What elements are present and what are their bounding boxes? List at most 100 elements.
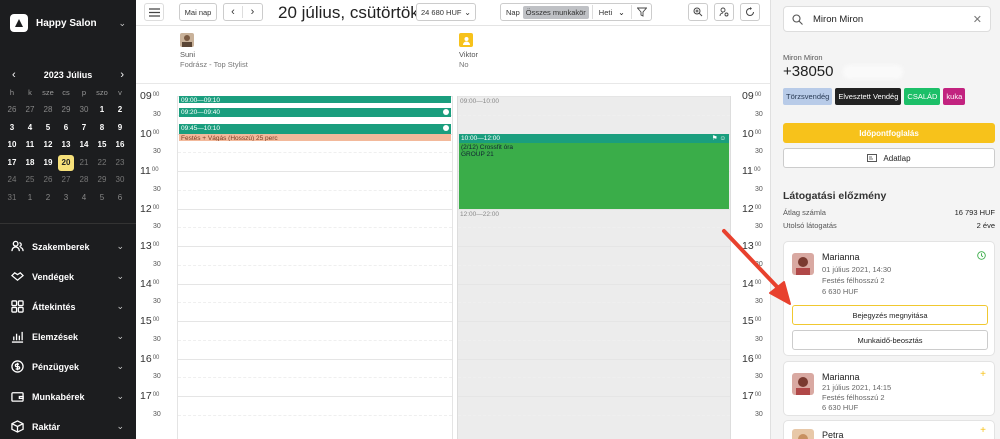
appointment[interactable]: 09:20—09:40 <box>179 108 451 117</box>
client-tag[interactable]: CSALÁD <box>904 88 941 105</box>
calendar-day[interactable]: 2 <box>40 190 56 206</box>
calendar-day[interactable]: 12 <box>40 137 56 153</box>
visit-card[interactable]: Marianna 01 július 2021, 14:30 Festés fé… <box>783 241 995 356</box>
sidebar-item-3[interactable]: Áttekintés ⌄ <box>0 292 136 322</box>
calendar-day[interactable]: 1 <box>22 190 38 206</box>
calendar-next-button[interactable]: › <box>120 69 124 81</box>
calendar-day[interactable]: 16 <box>112 137 128 153</box>
brand-switcher[interactable]: Happy Salon ⌄ <box>0 0 136 46</box>
group-class-appointment[interactable]: 10:00—12:00 ⚑ ☺ (2/12) Crossfit óra GROUP 2… <box>459 133 729 209</box>
half-hour-gridline <box>458 377 730 379</box>
calendar-day[interactable]: 30 <box>76 102 92 118</box>
staff-name: Viktor <box>459 50 479 59</box>
calendar-day[interactable]: 29 <box>94 172 110 188</box>
calendar-day[interactable]: 31 <box>4 190 20 206</box>
view-week-option[interactable]: Heti <box>596 6 615 19</box>
calendar-day[interactable]: 25 <box>22 172 38 188</box>
calendar-day[interactable]: 6 <box>58 120 74 136</box>
client-search-box[interactable]: Miron Miron ✕ <box>783 6 991 32</box>
today-button[interactable]: Mai nap <box>179 3 217 21</box>
sidebar-item-7[interactable]: Raktár ⌄ <box>0 412 136 439</box>
calendar-day[interactable]: 5 <box>94 190 110 206</box>
calendar-day[interactable]: 17 <box>4 155 20 171</box>
next-day-button[interactable]: › <box>243 6 262 18</box>
sidebar-item-5[interactable]: Pénzügyek ⌄ <box>0 352 136 382</box>
calendar-day[interactable]: 2 <box>112 102 128 118</box>
appointment[interactable]: 09:45—10:10 <box>179 124 451 134</box>
client-tag[interactable]: Elvesztett Vendég <box>835 88 902 105</box>
book-appointment-button[interactable]: Időpontfoglalás <box>783 123 995 143</box>
sidebar-item-2[interactable]: Vendégek ⌄ <box>0 262 136 292</box>
avatar <box>459 33 473 47</box>
filter-icon[interactable] <box>636 7 647 17</box>
staff-filter-button[interactable] <box>714 3 734 21</box>
calendar-day[interactable]: 22 <box>94 155 110 171</box>
calendar-day[interactable]: 21 <box>76 155 92 171</box>
calendar-day[interactable]: 13 <box>58 137 74 153</box>
calendar-day[interactable]: 27 <box>22 102 38 118</box>
appointment-details[interactable]: Festés + Vágás (Hosszú) 25 perc <box>179 134 451 141</box>
calendar-day[interactable]: 4 <box>76 190 92 206</box>
staff-column-header-viktor[interactable]: Viktor No <box>459 33 478 69</box>
sidebar-item-4[interactable]: Elemzések ⌄ <box>0 322 136 352</box>
calendar-day[interactable]: 28 <box>40 102 56 118</box>
appointment-time: 10:00—12:00 <box>461 134 501 142</box>
client-profile-button[interactable]: Adatlap <box>783 148 995 168</box>
staff-header: Suni Fodrász - Top Stylist Viktor No <box>136 26 770 84</box>
calendar-prev-button[interactable]: ‹ <box>12 69 16 81</box>
view-all-roles-option[interactable]: Összes munkakör <box>522 5 589 19</box>
calendar-day-selected[interactable]: 20 <box>58 154 74 171</box>
calendar-day[interactable]: 26 <box>4 102 20 118</box>
calendar-day[interactable]: 1 <box>94 102 110 118</box>
calendar-day[interactable]: 4 <box>22 120 38 136</box>
calendar-day[interactable]: 14 <box>76 137 92 153</box>
sidebar-item-1[interactable]: Szakemberek ⌄ <box>0 232 136 262</box>
calendar-day[interactable]: 29 <box>58 102 74 118</box>
calendar-day[interactable]: 19 <box>40 155 56 171</box>
work-schedule-button[interactable]: Munkaidő-beosztás <box>792 330 988 350</box>
clear-search-icon[interactable]: ✕ <box>973 13 982 26</box>
calendar-day[interactable]: 3 <box>4 120 20 136</box>
open-entry-button[interactable]: Bejegyzés megnyitása <box>792 305 988 325</box>
menu-toggle-button[interactable] <box>144 3 164 21</box>
view-day-option[interactable]: Nap <box>503 6 523 19</box>
calendar-day[interactable]: 28 <box>76 172 92 188</box>
hour-label: 1000 <box>742 128 761 140</box>
prev-day-button[interactable]: ‹ <box>224 6 243 18</box>
visit-card[interactable]: Petra + <box>783 420 995 439</box>
hour-value: 12 <box>742 202 754 215</box>
staff-column-header-suni[interactable]: Suni Fodrász - Top Stylist <box>180 33 248 69</box>
staff-column-suni[interactable]: 09:00—09:10 09:20—09:40 09:45—10:10 Festés … <box>177 96 453 439</box>
search-input[interactable]: Miron Miron <box>813 14 973 25</box>
sidebar-item-label: Szakemberek <box>32 241 90 252</box>
calendar-day[interactable]: 3 <box>58 190 74 206</box>
refresh-button[interactable] <box>740 3 760 21</box>
calendar-day[interactable]: 5 <box>40 120 56 136</box>
calendar-day[interactable]: 27 <box>58 172 74 188</box>
calendar-day[interactable]: 10 <box>4 137 20 153</box>
chevron-down-icon: ⌄ <box>118 17 126 28</box>
zoom-button[interactable] <box>688 3 708 21</box>
hour-gridline <box>178 283 452 285</box>
calendar-day[interactable]: 7 <box>76 120 92 136</box>
calendar-day[interactable]: 11 <box>22 137 38 153</box>
zoom-in-icon <box>693 7 703 17</box>
client-tag[interactable]: kuka <box>943 88 966 105</box>
calendar-day[interactable]: 23 <box>112 155 128 171</box>
weekday-label: p <box>81 87 87 97</box>
calendar-day[interactable]: 9 <box>112 120 128 136</box>
client-tag[interactable]: Törzsvendég <box>783 88 833 105</box>
calendar-day[interactable]: 24 <box>4 172 20 188</box>
calendar-day[interactable]: 15 <box>94 137 110 153</box>
calendar-day[interactable]: 6 <box>112 190 128 206</box>
visit-card[interactable]: Marianna 21 július 2021, 14:15 Festés fé… <box>783 361 995 416</box>
appointment[interactable]: 09:00—09:10 <box>179 96 451 103</box>
calendar-day[interactable]: 8 <box>94 120 110 136</box>
calendar-day[interactable]: 30 <box>112 172 128 188</box>
revenue-dropdown[interactable]: 24 680 HUF ⌄ <box>416 3 476 21</box>
sidebar-item-6[interactable]: Munkabérek ⌄ <box>0 382 136 412</box>
staff-column-viktor[interactable]: 09:00—10:00 10:00—12:00 ⚑ ☺ (2/12) Crossfit… <box>457 96 731 439</box>
calendar-day[interactable]: 26 <box>40 172 56 188</box>
calendar-day[interactable]: 18 <box>22 155 38 171</box>
hour-value: 13 <box>140 240 152 252</box>
